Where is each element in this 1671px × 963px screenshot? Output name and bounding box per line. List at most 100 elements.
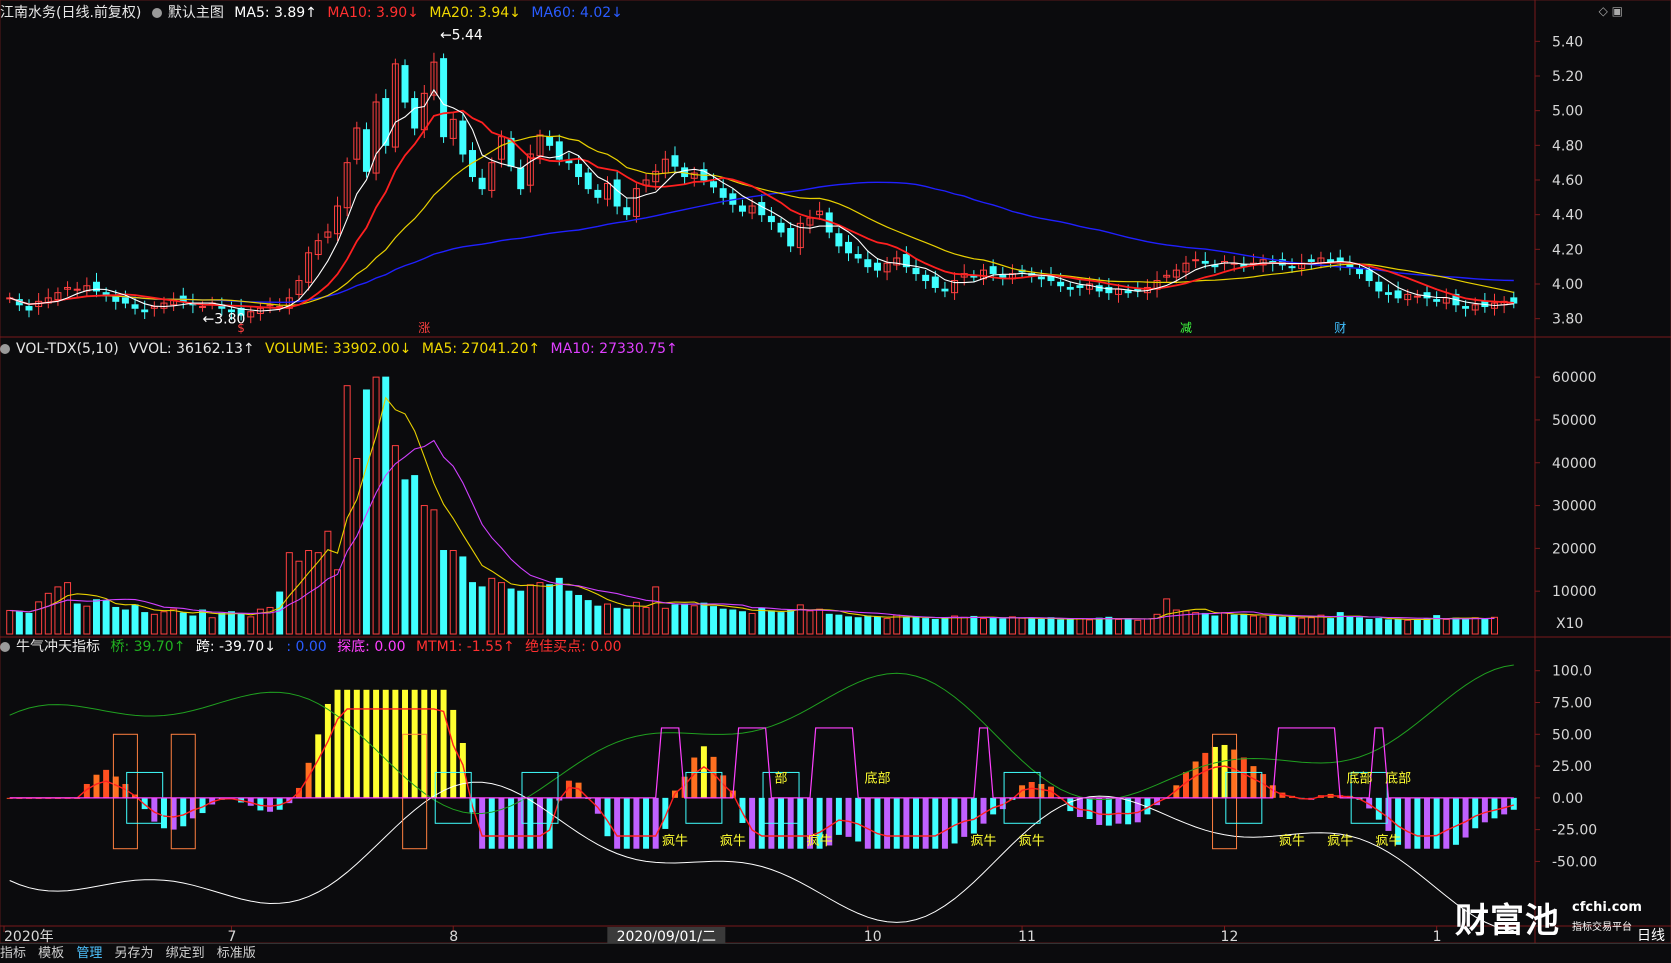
volume-bar <box>575 594 583 635</box>
volume-ma10-line <box>9 439 1495 620</box>
candle-body <box>623 207 631 216</box>
candle-body <box>1124 290 1132 294</box>
volume-bar <box>131 604 139 635</box>
indicator-bar <box>479 797 486 849</box>
fengniu-label: 疯牛 <box>807 833 833 849</box>
volume-bar <box>420 505 428 635</box>
candle-body <box>854 254 862 259</box>
indicator-bar <box>1414 797 1421 849</box>
window-controls: ◇ ▣ <box>1599 4 1623 18</box>
volume-tick-label: 10000 <box>1552 584 1597 600</box>
candle-body <box>102 292 110 295</box>
volume-bar <box>237 613 245 635</box>
volume-ma5-line <box>9 396 1495 620</box>
volume-bar <box>922 618 930 635</box>
volume-bar <box>989 617 997 635</box>
volume-bar <box>15 611 23 635</box>
indicator-bar <box>614 797 621 849</box>
toolbar-indicator[interactable]: 指标 <box>0 946 26 961</box>
volume-bar <box>141 612 149 635</box>
diamond-icon[interactable]: ◇ <box>1599 4 1608 18</box>
indicator-bar <box>970 797 977 834</box>
ma60-value: MA60: 4.02↓ <box>531 5 623 21</box>
watermark-logo: 财富池 <box>1455 901 1560 941</box>
volume-bar <box>83 605 91 635</box>
indicator-bar <box>951 797 958 844</box>
vol-name[interactable]: VOL-TDX(5,10) <box>16 341 119 357</box>
indicator-bar <box>922 797 929 849</box>
settings-dot-icon[interactable] <box>0 642 10 652</box>
candle-body <box>1394 290 1402 299</box>
volume-bar <box>555 577 563 635</box>
indicator-bar <box>1076 797 1083 818</box>
chart-canvas[interactable]: 5.40 5.20 5.00 4.80 4.60 4.40 4.20 4.00 3.80 ←5.4… <box>0 0 1671 962</box>
volume-bar <box>700 602 708 635</box>
candle-body <box>1288 266 1296 269</box>
candle-body <box>1413 295 1421 298</box>
candle-body <box>1346 264 1354 268</box>
volume-bar <box>247 616 255 635</box>
candle-body <box>931 276 939 288</box>
volume-bar <box>1356 617 1364 635</box>
candle-body <box>1375 281 1383 292</box>
volume-bar <box>845 616 853 635</box>
settings-dot-icon[interactable] <box>0 344 10 354</box>
fengniu-label: 疯牛 <box>1375 833 1401 849</box>
price-tick-label: 4.20 <box>1552 242 1583 258</box>
volume-bar <box>1086 619 1094 635</box>
volume-bar <box>1105 616 1113 635</box>
candle-body <box>777 222 785 233</box>
volume-bar <box>1278 616 1286 635</box>
toolbar-manage[interactable]: 管理 <box>76 946 102 961</box>
indicator-bar <box>450 709 457 798</box>
event-marker: 财 <box>1334 321 1346 335</box>
volume-bar <box>748 612 756 635</box>
indicator-bar <box>1240 757 1247 798</box>
volume-value: VOLUME: 33902.00↓ <box>265 341 412 357</box>
indicator-bar <box>1462 797 1469 838</box>
tandi-value: 探底: 0.00 <box>337 639 406 655</box>
indicator-bar <box>990 797 997 815</box>
volume-bar <box>767 610 775 635</box>
toolbar-bind-to[interactable]: 绑定到 <box>166 946 205 961</box>
toolbar-standard[interactable]: 标准版 <box>217 946 256 961</box>
candle-body <box>121 297 129 304</box>
bu-label: 部 <box>775 772 788 787</box>
volume-bar <box>507 588 515 635</box>
bottom-toolbar: 指标 模板 管理 另存为 绑定到 标准版 <box>0 943 1671 963</box>
event-marker: 减 <box>1180 321 1192 335</box>
indicator-bar <box>498 797 505 849</box>
indicator-bar <box>430 689 437 798</box>
stock-title[interactable]: 江南水务(日线.前复权) <box>0 5 141 21</box>
period-label[interactable]: 日线 <box>1637 925 1665 945</box>
volume-bar <box>488 577 496 635</box>
price-tick-label: 4.60 <box>1552 173 1583 189</box>
candle-body <box>1384 292 1392 295</box>
candle-body <box>546 136 554 146</box>
settings-dot-icon[interactable] <box>151 8 162 18</box>
candle-body <box>565 160 573 164</box>
toolbar-save-as[interactable]: 另存为 <box>114 946 153 961</box>
indicator-name[interactable]: 牛气冲天指标 <box>16 639 100 655</box>
volume-bar <box>218 612 226 635</box>
ma5-value: MA5: 3.89↑ <box>234 5 317 21</box>
best-buy-value: 绝佳买点: 0.00 <box>525 639 622 655</box>
indicator-bar <box>1472 797 1479 829</box>
restore-icon[interactable]: ▣ <box>1612 4 1623 18</box>
volume-bar <box>1288 615 1296 635</box>
volume-tick-label: 40000 <box>1552 456 1597 472</box>
candle-body <box>767 215 775 223</box>
indicator-bar <box>488 797 495 849</box>
candle-body <box>989 266 997 275</box>
main-chart-label[interactable]: 默认主图 <box>168 5 224 21</box>
volume-bar <box>1452 617 1460 635</box>
volume-bar <box>1317 614 1325 635</box>
volume-bar <box>391 445 399 635</box>
volume-bar <box>1066 618 1074 635</box>
volume-bar <box>777 612 785 635</box>
toolbar-template[interactable]: 模板 <box>38 946 64 961</box>
kua-value: 跨: -39.70↓ <box>195 639 276 655</box>
price-tick-label: 4.40 <box>1552 208 1583 224</box>
volume-bar <box>1404 619 1412 635</box>
volume-bar <box>6 609 14 635</box>
